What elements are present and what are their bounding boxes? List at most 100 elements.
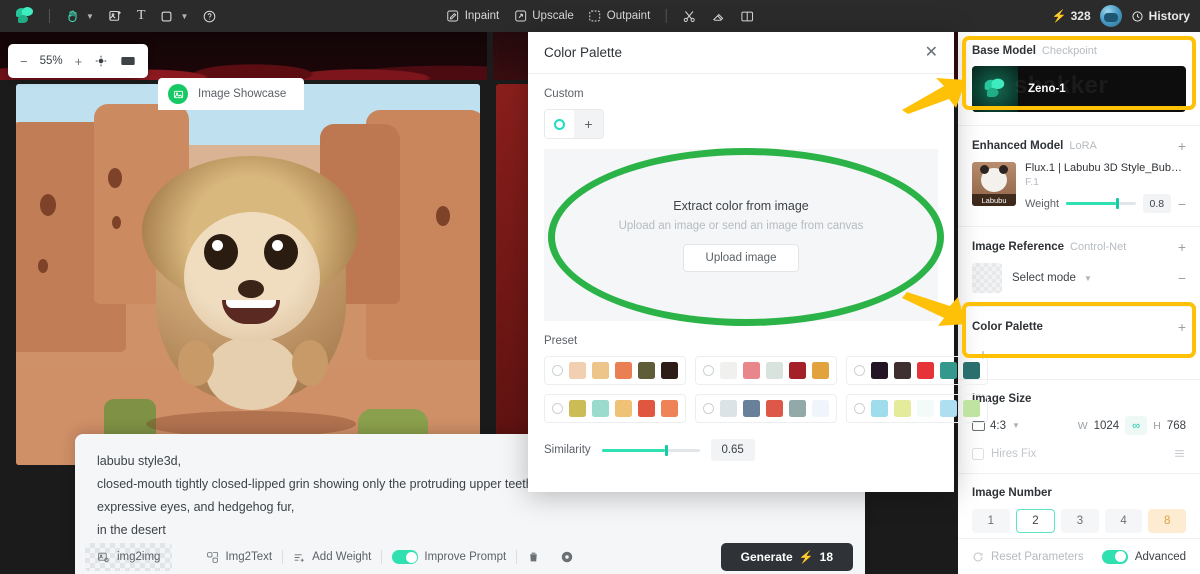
upscale-button[interactable]: Upscale (507, 4, 580, 28)
preset-color-swatch[interactable] (917, 400, 934, 417)
similarity-value[interactable]: 0.65 (710, 439, 755, 461)
preset-color-swatch[interactable] (720, 362, 737, 379)
controlnet-thumbnail[interactable] (972, 263, 1002, 293)
history-button[interactable]: History (1131, 9, 1190, 23)
upload-image-button[interactable]: Upload image (682, 243, 800, 272)
preset-color-swatch[interactable] (789, 362, 806, 379)
zoom-in-button[interactable]: + (75, 54, 83, 69)
similarity-slider[interactable] (601, 444, 700, 456)
preset-color-swatch[interactable] (871, 400, 888, 417)
preset-color-swatch[interactable] (766, 400, 783, 417)
hand-tool-button[interactable]: ▼ (59, 4, 100, 28)
image-number-option-8[interactable]: 8 (1148, 509, 1186, 533)
avatar[interactable] (1099, 5, 1122, 27)
preset-palette-item[interactable] (544, 356, 686, 385)
keyboard-shortcuts-icon[interactable] (120, 54, 136, 68)
tab-image-showcase[interactable]: Image Showcase (158, 78, 305, 110)
radio-icon[interactable] (703, 403, 714, 414)
preset-color-swatch[interactable] (940, 362, 957, 379)
base-model-card[interactable]: shakker Zeno-1 (972, 66, 1186, 112)
lora-thumbnail[interactable]: Labubu (972, 162, 1016, 206)
shakker-logo-icon[interactable] (10, 4, 40, 28)
remove-controlnet-button[interactable]: − (1178, 271, 1186, 285)
preset-palette-item[interactable] (846, 394, 988, 423)
improve-prompt-toggle[interactable]: Improve Prompt (382, 543, 516, 571)
preset-color-swatch[interactable] (963, 400, 980, 417)
image-number-option-4[interactable]: 4 (1104, 509, 1143, 533)
img2img-button[interactable]: img2img (85, 543, 172, 571)
prompt-settings-button[interactable] (550, 543, 584, 571)
preset-color-swatch[interactable] (720, 400, 737, 417)
width-value[interactable]: 1024 (1094, 420, 1120, 432)
advanced-switch[interactable] (1101, 549, 1128, 564)
radio-icon[interactable] (552, 365, 563, 376)
preset-color-swatch[interactable] (638, 362, 655, 379)
preset-color-swatch[interactable] (812, 362, 829, 379)
radio-icon[interactable] (703, 365, 714, 376)
preset-color-swatch[interactable] (766, 362, 783, 379)
lora-weight-value[interactable]: 0.8 (1142, 194, 1171, 213)
help-tool-button[interactable] (196, 4, 223, 28)
preset-palette-item[interactable] (544, 394, 686, 423)
text-tool-button[interactable]: T (131, 4, 152, 28)
preset-palette-item[interactable] (695, 394, 837, 423)
generate-button[interactable]: Generate ⚡ 18 (720, 543, 853, 571)
eraser-button[interactable] (704, 4, 731, 28)
preset-color-swatch[interactable] (661, 362, 678, 379)
reset-parameters-button[interactable]: Reset Parameters (972, 551, 1084, 563)
remove-lora-button[interactable]: − (1178, 197, 1186, 211)
radio-icon[interactable] (854, 365, 865, 376)
add-image-tool-button[interactable] (102, 4, 129, 28)
preset-color-swatch[interactable] (812, 400, 829, 417)
fit-to-screen-icon[interactable] (94, 54, 108, 68)
preset-color-swatch[interactable] (940, 400, 957, 417)
zoom-out-button[interactable]: − (20, 54, 28, 69)
preset-color-swatch[interactable] (743, 400, 760, 417)
add-color-palette-button[interactable]: + (1178, 320, 1186, 334)
lora-weight-knob[interactable] (1116, 198, 1120, 209)
radio-icon[interactable] (854, 403, 865, 414)
sliders-icon[interactable] (1173, 447, 1186, 460)
preset-color-swatch[interactable] (592, 400, 609, 417)
radio-icon[interactable] (552, 403, 563, 414)
close-icon[interactable]: ✕ (925, 44, 938, 61)
preset-color-swatch[interactable] (615, 362, 632, 379)
preset-color-swatch[interactable] (789, 400, 806, 417)
add-weight-button[interactable]: Add Weight (283, 543, 381, 571)
img2text-button[interactable]: Img2Text (196, 543, 282, 571)
outpaint-button[interactable]: Outpaint (582, 4, 656, 28)
add-custom-color-button[interactable]: + (574, 110, 603, 138)
preset-color-swatch[interactable] (569, 400, 586, 417)
lora-weight-slider[interactable] (1066, 198, 1136, 209)
add-lora-button[interactable]: + (1178, 139, 1186, 153)
preset-color-swatch[interactable] (592, 362, 609, 379)
preset-color-swatch[interactable] (894, 400, 911, 417)
link-dimensions-icon[interactable]: ∞ (1125, 416, 1148, 435)
credits-indicator[interactable]: ⚡ 328 (1052, 9, 1091, 23)
preset-palette-item[interactable] (846, 356, 988, 385)
shape-tool-button[interactable]: ▼ (153, 4, 194, 28)
preset-color-swatch[interactable] (661, 400, 678, 417)
controlnet-mode-select[interactable]: Select mode ▼ (1012, 272, 1168, 284)
improve-prompt-switch[interactable] (392, 550, 419, 564)
add-controlnet-button[interactable]: + (1178, 240, 1186, 254)
delete-prompt-button[interactable] (517, 543, 550, 571)
image-number-option-3[interactable]: 3 (1061, 509, 1099, 533)
image-number-option-1[interactable]: 1 (972, 509, 1010, 533)
advanced-toggle[interactable]: Advanced (1101, 549, 1186, 564)
preset-palette-item[interactable] (695, 356, 837, 385)
preset-color-swatch[interactable] (917, 362, 934, 379)
custom-color-swatch[interactable] (545, 110, 574, 138)
height-value[interactable]: 768 (1167, 420, 1186, 432)
compare-button[interactable] (733, 4, 760, 28)
extract-color-dropzone[interactable]: Extract color from image Upload an image… (544, 149, 938, 321)
inpaint-button[interactable]: Inpaint (440, 4, 506, 28)
similarity-slider-knob[interactable] (665, 444, 669, 456)
remove-color-palette-button[interactable]: − (1178, 348, 1186, 362)
canvas-main-image[interactable] (16, 84, 480, 465)
preset-color-swatch[interactable] (638, 400, 655, 417)
preset-color-swatch[interactable] (963, 362, 980, 379)
cut-button[interactable] (675, 4, 702, 28)
hires-fix-toggle[interactable]: Hires Fix (972, 447, 1036, 460)
image-number-option-2[interactable]: 2 (1015, 509, 1056, 533)
